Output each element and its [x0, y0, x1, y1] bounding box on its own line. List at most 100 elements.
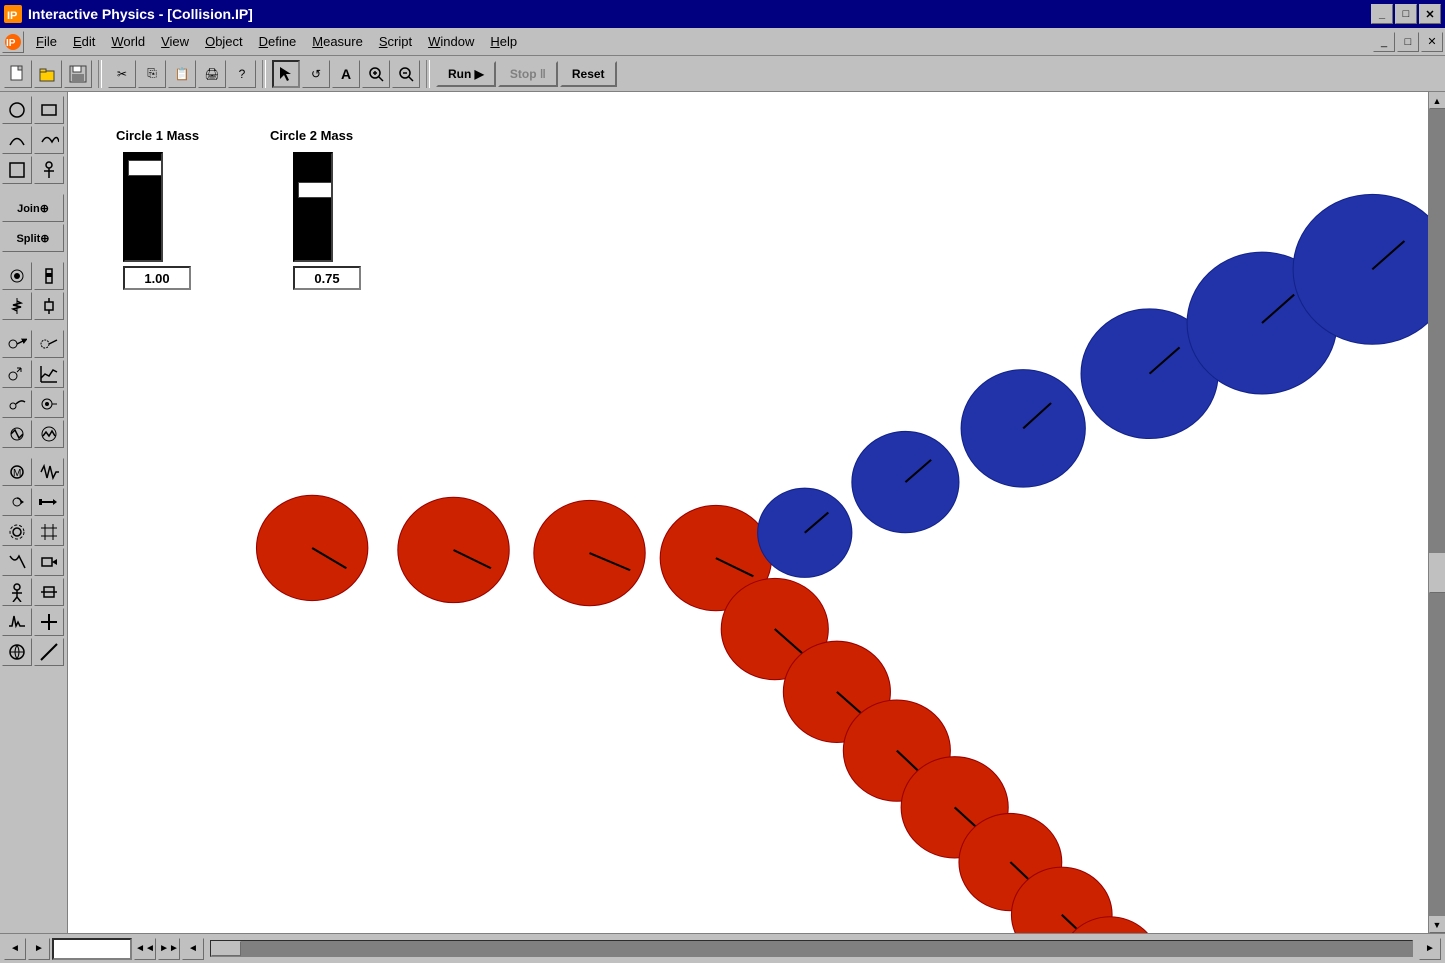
menu-define[interactable]: Define: [251, 30, 305, 53]
menu-right-controls: _ □ ✕: [1373, 32, 1443, 52]
menu-edit[interactable]: Edit: [65, 30, 103, 53]
menu-bar: IP File Edit World View Object Define Me…: [0, 28, 1445, 56]
left-toolbar: Join⊕ Split⊕: [0, 92, 68, 933]
scope-tool[interactable]: [34, 420, 64, 448]
title-text: Interactive Physics - [Collision.IP]: [28, 6, 253, 22]
actuator-row-5: [2, 578, 65, 606]
open-button[interactable]: [34, 60, 62, 88]
waveform-tool[interactable]: [34, 458, 64, 486]
measure-row-3: [2, 390, 65, 418]
close-button[interactable]: ✕: [1419, 4, 1441, 24]
main-container: Join⊕ Split⊕: [0, 92, 1445, 933]
scroll-track-vertical[interactable]: [1429, 109, 1445, 916]
actuator-row-1: M: [2, 458, 65, 486]
menu-script[interactable]: Script: [371, 30, 420, 53]
hinge-tool[interactable]: [34, 578, 64, 606]
menu-measure[interactable]: Measure: [304, 30, 371, 53]
maximize-button[interactable]: □: [1395, 4, 1417, 24]
run-button[interactable]: Run ▶: [436, 61, 496, 87]
curve-tool[interactable]: [34, 126, 64, 154]
constraint-row-1: [2, 262, 65, 290]
grid-tool[interactable]: [34, 518, 64, 546]
gap-3: [2, 322, 65, 328]
zoom-out-button[interactable]: [392, 60, 420, 88]
velocity-tool[interactable]: [2, 330, 32, 358]
torque-tool[interactable]: [2, 488, 32, 516]
menu-help[interactable]: Help: [482, 30, 525, 53]
menu-view[interactable]: View: [153, 30, 197, 53]
rope-tool[interactable]: [2, 548, 32, 576]
track-tool[interactable]: [2, 390, 32, 418]
nav-left-button[interactable]: ◄: [182, 938, 204, 960]
svg-text:IP: IP: [6, 38, 16, 49]
scroll-thumb-vertical[interactable]: [1429, 553, 1445, 593]
join-button[interactable]: Join⊕: [2, 194, 64, 222]
menu-file[interactable]: File: [28, 30, 65, 53]
accel-tool[interactable]: [34, 330, 64, 358]
rect-tool[interactable]: [34, 96, 64, 124]
gap-1: [2, 186, 65, 192]
graph-tool[interactable]: [34, 360, 64, 388]
square-tool[interactable]: [2, 156, 32, 184]
world-tool[interactable]: [2, 638, 32, 666]
actuator-row-7: [2, 638, 65, 666]
force-tool[interactable]: [2, 360, 32, 388]
split-button[interactable]: Split⊕: [2, 224, 64, 252]
rotate-button[interactable]: ↺: [302, 60, 330, 88]
copy-button[interactable]: ⎘: [138, 60, 166, 88]
spring-tool[interactable]: [2, 292, 32, 320]
frame-input[interactable]: 0: [52, 938, 132, 960]
menu-world[interactable]: World: [103, 30, 153, 53]
divider-tool[interactable]: [34, 608, 64, 636]
signal-tool[interactable]: [2, 608, 32, 636]
anchor-tool[interactable]: [34, 156, 64, 184]
toolbar-sep-1: [98, 60, 102, 88]
damper-tool[interactable]: [34, 292, 64, 320]
app-icon: IP: [4, 5, 22, 23]
sensor-tool[interactable]: [2, 420, 32, 448]
menu-window[interactable]: Window: [420, 30, 482, 53]
cut-button[interactable]: ✂: [108, 60, 136, 88]
play-button[interactable]: ►: [28, 938, 50, 960]
inner-restore-button[interactable]: □: [1397, 32, 1419, 52]
circle-tool[interactable]: [2, 96, 32, 124]
menu-object[interactable]: Object: [197, 30, 251, 53]
nav-right-button[interactable]: ►: [1419, 938, 1441, 960]
scroll-thumb-horizontal[interactable]: [211, 941, 241, 956]
prev-frame-start[interactable]: ◄: [4, 938, 26, 960]
paste-button[interactable]: 📋: [168, 60, 196, 88]
force-actuator-tool[interactable]: [34, 488, 64, 516]
canvas-area: Circle 1 Mass 1.00 Circle 2 Mass 0.75: [68, 92, 1428, 933]
scroll-track-horizontal[interactable]: [210, 940, 1413, 957]
slot-joint-tool[interactable]: [34, 262, 64, 290]
select-button[interactable]: [272, 60, 300, 88]
arc-tool[interactable]: [2, 126, 32, 154]
inner-close-button[interactable]: ✕: [1421, 32, 1443, 52]
line-tool[interactable]: [34, 638, 64, 666]
stop-button[interactable]: Stop ‖: [498, 61, 558, 87]
scroll-down-button[interactable]: ▼: [1429, 916, 1445, 933]
zoom-in-button[interactable]: [362, 60, 390, 88]
minimize-button[interactable]: _: [1371, 4, 1393, 24]
split-row: Split⊕: [2, 224, 65, 252]
step-forward-button[interactable]: ►►: [158, 938, 180, 960]
step-back-button[interactable]: ◄◄: [134, 938, 156, 960]
person-tool[interactable]: [2, 578, 32, 606]
title-bar: IP Interactive Physics - [Collision.IP] …: [0, 0, 1445, 28]
measure-tool-2[interactable]: [34, 390, 64, 418]
inner-minimize-button[interactable]: _: [1373, 32, 1395, 52]
reset-button[interactable]: Reset: [560, 61, 617, 87]
new-button[interactable]: [4, 60, 32, 88]
text-button[interactable]: A: [332, 60, 360, 88]
pin-joint-tool[interactable]: [2, 262, 32, 290]
save-button[interactable]: [64, 60, 92, 88]
gear-tool[interactable]: [2, 518, 32, 546]
menu-app-icon[interactable]: IP: [2, 31, 24, 53]
output-tool[interactable]: [34, 548, 64, 576]
scroll-up-button[interactable]: ▲: [1429, 92, 1445, 109]
motor-tool[interactable]: M: [2, 458, 32, 486]
help-button[interactable]: ?: [228, 60, 256, 88]
measure-row-4: [2, 420, 65, 448]
right-scrollbar: ▲ ▼: [1428, 92, 1445, 933]
print-button[interactable]: 🖨: [198, 60, 226, 88]
